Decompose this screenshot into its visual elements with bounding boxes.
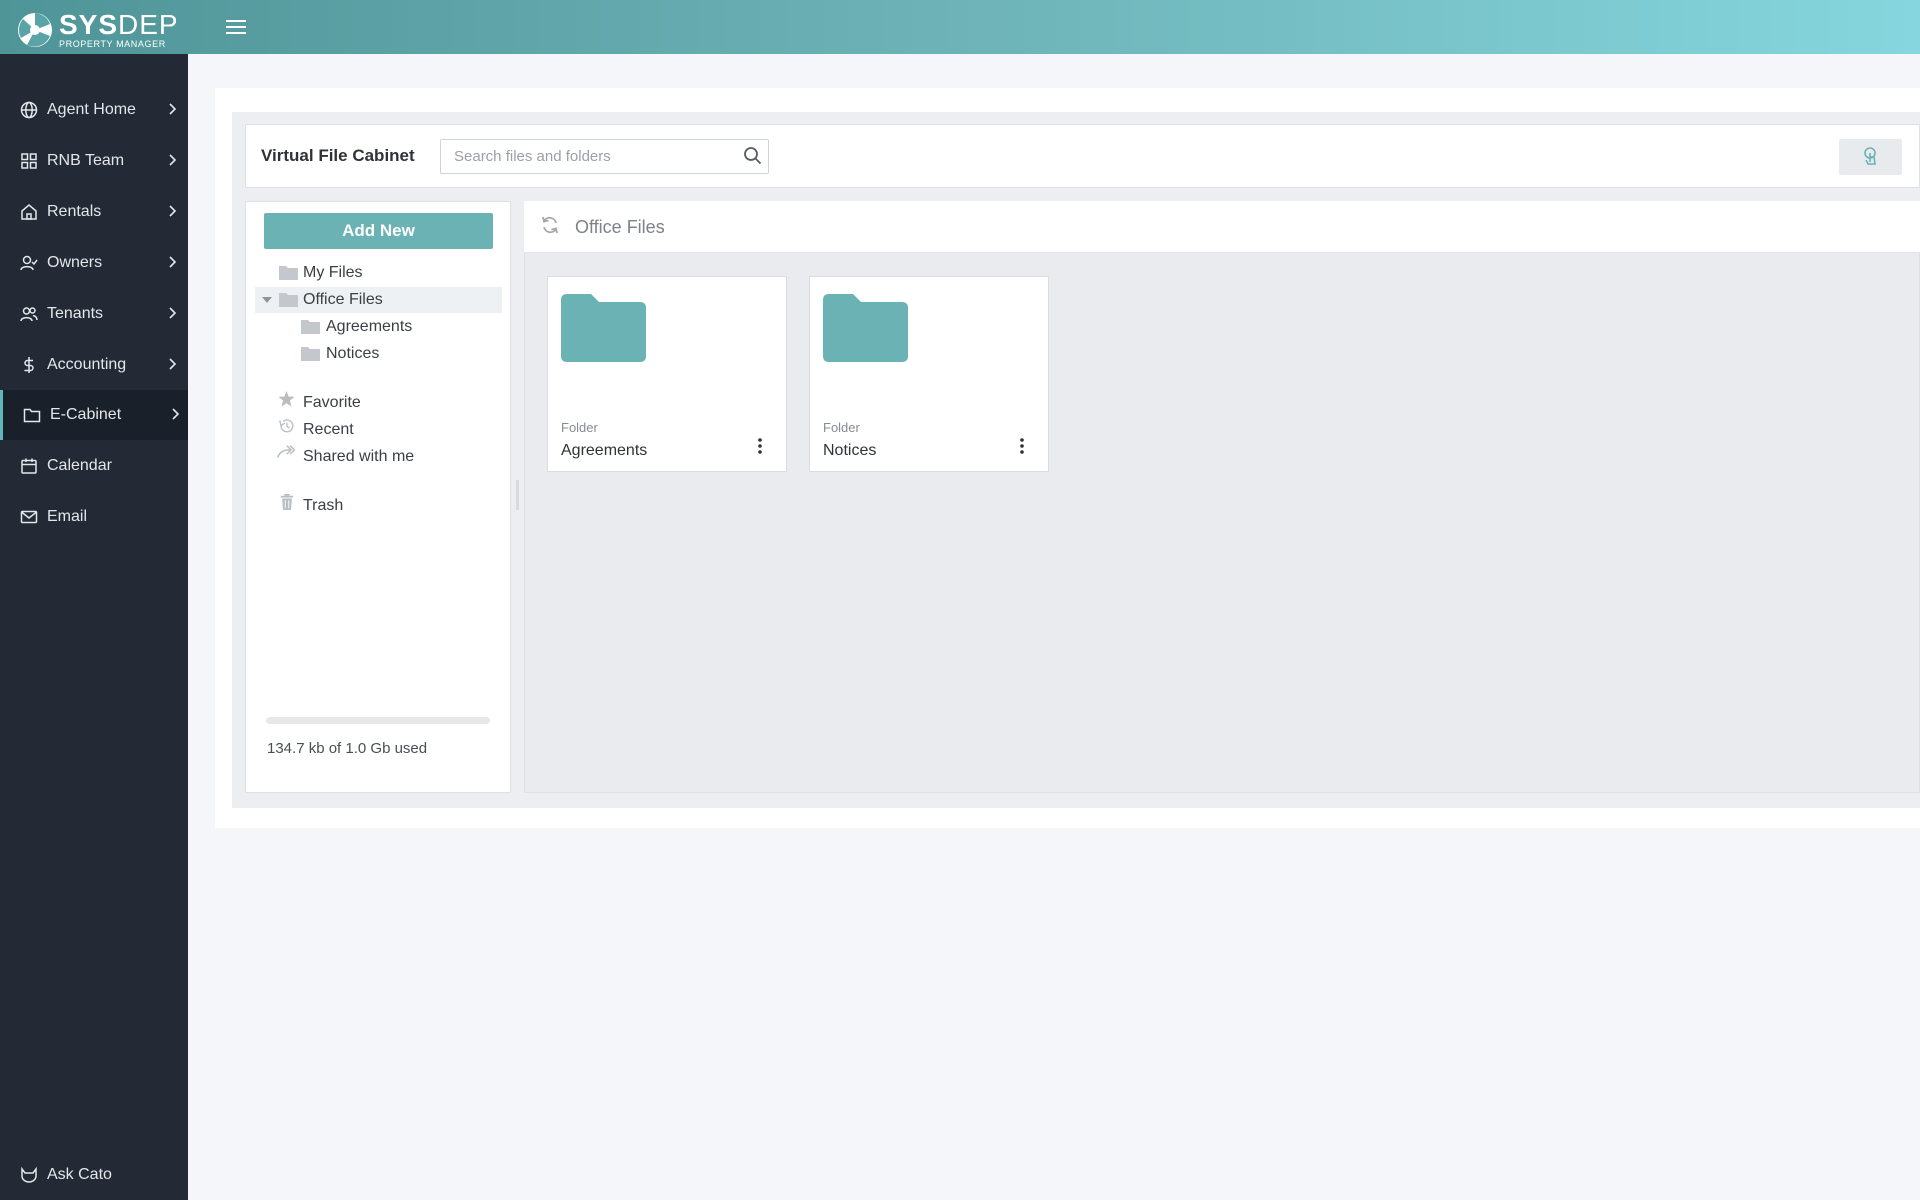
grid-icon [21, 153, 37, 169]
tree-item-favorite[interactable]: Favorite [255, 389, 502, 415]
chevron-right-icon [172, 408, 180, 420]
tree-item-label: Office Files [303, 291, 383, 308]
sidebar-item-accounting[interactable]: Accounting [0, 340, 188, 390]
hamburger-menu-icon[interactable] [224, 15, 248, 39]
search-input[interactable] [440, 139, 769, 174]
tree-item-my-files[interactable]: My Files [255, 260, 502, 286]
tile-name-label: Agreements [561, 442, 648, 459]
tap-hand-icon [1863, 147, 1876, 165]
add-new-button[interactable]: Add New [264, 213, 493, 249]
chevron-right-icon [169, 307, 177, 319]
sidebar-item-label: Tenants [47, 305, 104, 322]
sidebar-item-label: Calendar [47, 457, 112, 474]
top-bar: SYSDEP PROPERTY MANAGER [0, 0, 1920, 54]
sidebar-item-label: Email [47, 508, 88, 525]
tree-item-office-files[interactable]: Office Files [255, 287, 502, 313]
page-title: Virtual File Cabinet [261, 146, 415, 165]
folder-icon [279, 293, 298, 307]
brand-subtitle: PROPERTY MANAGER [59, 39, 166, 49]
tree-item-label: Trash [303, 497, 344, 514]
tree-item-label: Shared with me [303, 448, 415, 465]
search-icon[interactable] [743, 146, 762, 165]
sidebar-item-rnb-team[interactable]: RNB Team [0, 136, 188, 186]
sidebar-item-label: Owners [47, 254, 103, 271]
caret-down-icon[interactable] [262, 296, 272, 304]
tile-type-label: Folder [561, 420, 598, 435]
user-check-icon [20, 255, 38, 271]
kebab-menu-icon [1020, 438, 1024, 454]
tile-type-label: Folder [823, 420, 860, 435]
storage-usage-bar [266, 717, 490, 724]
star-icon [278, 391, 295, 407]
globe-icon [20, 101, 38, 119]
panel-splitter-handle[interactable] [516, 480, 519, 510]
folder-tile-notices[interactable]: Folder Notices [809, 276, 1049, 472]
folder-icon [823, 294, 908, 362]
breadcrumb-bar [524, 201, 1920, 253]
folder-icon [561, 294, 646, 362]
sidebar-item-label: Agent Home [47, 101, 136, 118]
history-icon [279, 419, 294, 433]
sidebar-item-agent-home[interactable]: Agent Home [0, 85, 188, 135]
sidebar-item-email[interactable]: Email [0, 492, 188, 542]
app-logo[interactable]: SYSDEP PROPERTY MANAGER [17, 11, 179, 49]
sidebar-item-rentals[interactable]: Rentals [0, 187, 188, 237]
tree-item-notices[interactable]: Notices [255, 341, 502, 367]
sidebar-item-owners[interactable]: Owners [0, 238, 188, 288]
brand-bold: SYS [59, 9, 119, 40]
sidebar-item-label: E-Cabinet [50, 406, 122, 423]
breadcrumb: Office Files [575, 217, 665, 237]
sidebar-item-calendar[interactable]: Calendar [0, 441, 188, 491]
chevron-right-icon [169, 256, 177, 268]
tree-item-label: My Files [303, 264, 363, 281]
sidebar-item-e-cabinet[interactable]: E-Cabinet [0, 390, 188, 440]
home-icon [21, 204, 37, 220]
folder-icon [23, 408, 41, 423]
folder-icon [301, 320, 320, 334]
folder-icon [301, 347, 320, 361]
dollar-icon [24, 357, 34, 373]
ask-cato-label: Ask Cato [47, 1166, 112, 1183]
cat-icon [21, 1166, 37, 1183]
sidebar-item-label: Rentals [47, 203, 102, 220]
tree-item-recent[interactable]: Recent [255, 416, 502, 442]
brand-light: DEP [118, 9, 179, 40]
logo-mark-icon [18, 13, 52, 47]
tree-item-label: Recent [303, 421, 354, 438]
ask-cato-button[interactable]: Ask Cato [0, 1150, 188, 1200]
tree-item-label: Notices [326, 345, 380, 362]
kebab-menu-icon [758, 438, 762, 454]
sidebar-item-label: Accounting [47, 356, 127, 373]
tree-item-label: Favorite [303, 394, 361, 411]
chevron-right-icon [169, 103, 177, 115]
folder-tile-agreements[interactable]: Folder Agreements [547, 276, 787, 472]
tree-item-agreements[interactable]: Agreements [255, 314, 502, 340]
more-options-button[interactable] [1016, 435, 1028, 457]
sidebar-item-tenants[interactable]: Tenants [0, 289, 188, 339]
chevron-right-icon [169, 358, 177, 370]
tree-item-label: Agreements [326, 318, 413, 335]
calendar-icon [21, 458, 37, 474]
sidebar-item-label: RNB Team [47, 152, 125, 169]
storage-usage-text: 134.7 kb of 1.0 Gb used [267, 740, 428, 757]
chevron-right-icon [169, 154, 177, 166]
trash-icon [280, 494, 294, 510]
refresh-icon[interactable] [540, 214, 560, 236]
tile-name-label: Notices [823, 442, 877, 459]
more-options-button[interactable] [754, 435, 766, 457]
mail-icon [20, 510, 38, 524]
users-icon [20, 307, 38, 322]
header-action-button[interactable] [1839, 139, 1902, 175]
tree-item-shared[interactable]: Shared with me [255, 443, 502, 469]
folder-icon [279, 266, 298, 280]
tree-item-trash[interactable]: Trash [255, 492, 502, 518]
share-arrow-icon [276, 445, 296, 458]
chevron-right-icon [169, 205, 177, 217]
